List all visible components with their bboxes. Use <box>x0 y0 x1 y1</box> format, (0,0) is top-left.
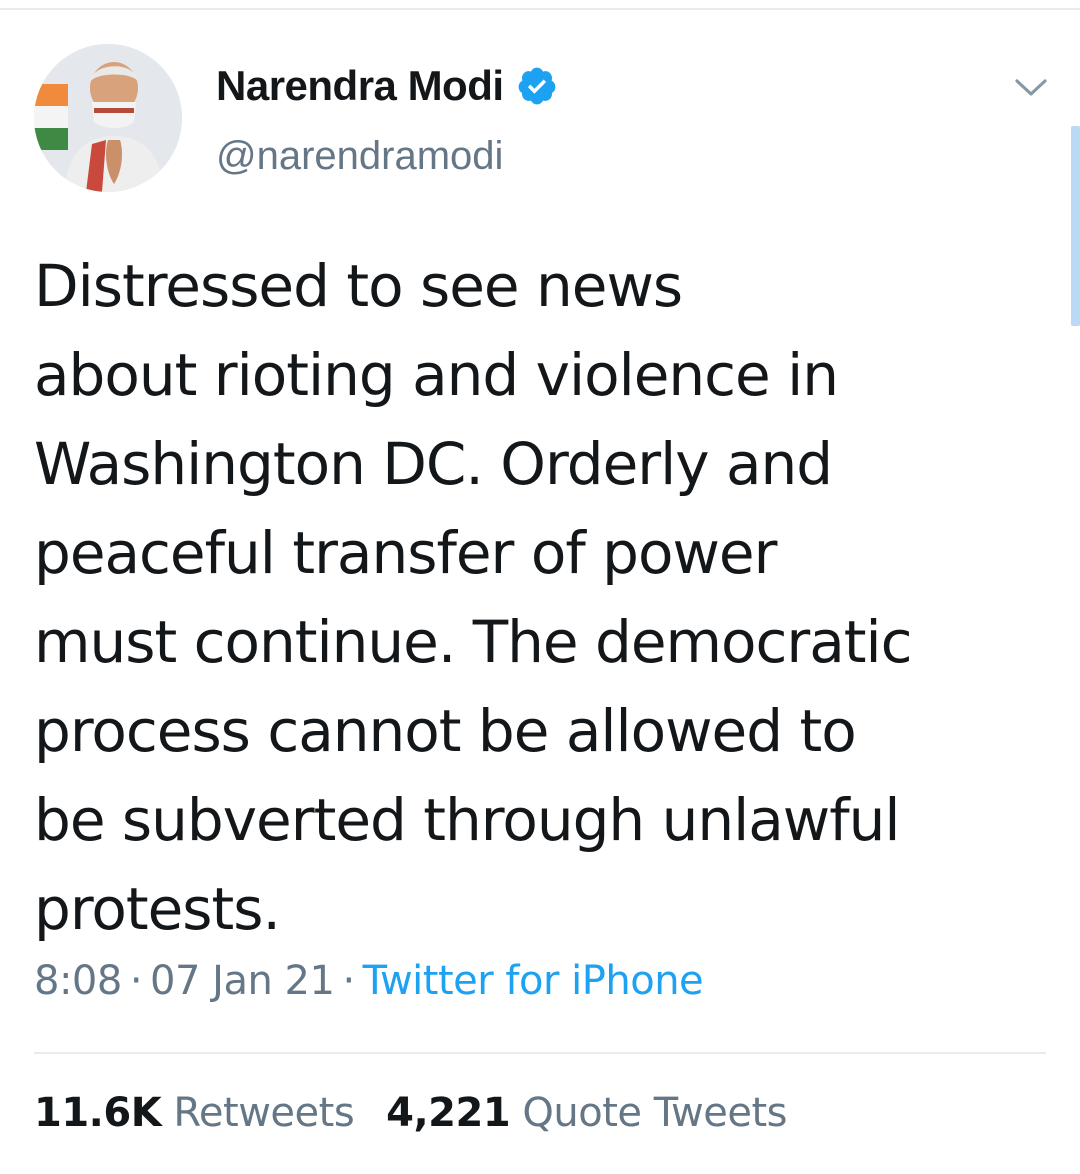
tweet-text-line: be subverted through unlawful <box>34 786 901 854</box>
tweet-source-link[interactable]: Twitter for iPhone <box>363 958 704 1004</box>
retweets-stat[interactable]: 11.6K Retweets <box>34 1090 355 1136</box>
tweet-meta: 8:08 · 07 Jan 21 · Twitter for iPhone <box>34 958 704 1004</box>
avatar[interactable] <box>34 44 182 192</box>
tweet-text-line: peaceful transfer of power <box>34 519 777 587</box>
verified-badge-icon <box>516 65 558 107</box>
author-name-row[interactable]: Narendra Modi <box>216 56 558 116</box>
divider <box>34 1052 1046 1054</box>
tweet-stats: 11.6K Retweets 4,221 Quote Tweets <box>34 1090 787 1136</box>
top-divider <box>0 8 1080 10</box>
quote-tweets-stat[interactable]: 4,221 Quote Tweets <box>386 1090 787 1136</box>
quote-tweets-label: Quote Tweets <box>522 1090 787 1136</box>
tweet-text-line: protests. <box>34 875 281 943</box>
profile-photo-avatar <box>34 44 182 192</box>
tweet-detail-view: Narendra Modi @narendramodi Distressed t… <box>0 0 1080 1174</box>
tweet-date[interactable]: 07 Jan 21 <box>150 958 335 1004</box>
tweet-text-line: process cannot be allowed to <box>34 697 857 765</box>
retweets-label: Retweets <box>173 1090 355 1136</box>
tweet-text: Distressed to see news about rioting and… <box>34 242 1044 954</box>
tweet-text-line: about rioting and violence in <box>34 341 839 409</box>
tweet-time[interactable]: 8:08 <box>34 958 122 1004</box>
meta-separator: · <box>342 958 355 1004</box>
scrollbar-thumb[interactable] <box>1071 126 1080 326</box>
retweets-count: 11.6K <box>34 1090 162 1136</box>
author-handle[interactable]: @narendramodi <box>216 134 503 179</box>
tweet-text-line: Distressed to see news <box>34 252 683 320</box>
quote-tweets-count: 4,221 <box>386 1090 511 1136</box>
meta-separator: · <box>129 958 143 1004</box>
display-name[interactable]: Narendra Modi <box>216 62 504 110</box>
tweet-text-line: must continue. The democratic <box>34 608 913 676</box>
tweet-text-line: Washington DC. Orderly and <box>34 430 833 498</box>
chevron-down-icon[interactable] <box>1014 72 1048 102</box>
